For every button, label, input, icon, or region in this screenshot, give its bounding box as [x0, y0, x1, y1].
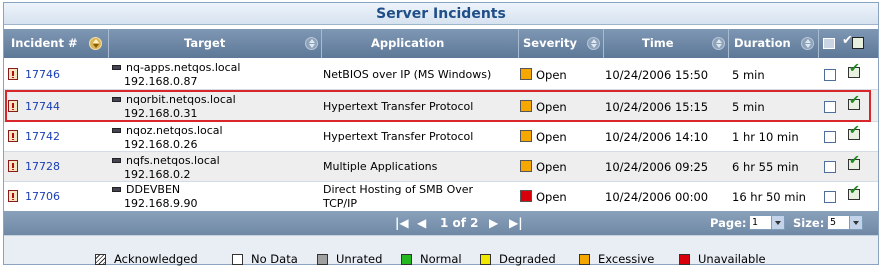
- server-device-icon: [112, 65, 121, 70]
- target-name[interactable]: nqfs.netqos.local: [126, 154, 220, 167]
- incident-time: 10/24/2006 14:10: [605, 130, 709, 144]
- acknowledge-icon[interactable]: ✔: [847, 184, 861, 201]
- column-header-application[interactable]: Application: [322, 29, 519, 58]
- acknowledge-icon[interactable]: ✔: [847, 154, 861, 171]
- incident-time: 10/24/2006 15:50: [605, 68, 709, 82]
- target-ip: 192.168.9.90: [124, 197, 198, 210]
- table-row[interactable]: 17728 nqfs.netqos.local 192.168.0.2 Mult…: [4, 152, 878, 182]
- sort-desc-icon[interactable]: [89, 37, 102, 50]
- application-name: Hypertext Transfer Protocol: [323, 130, 474, 143]
- table-row[interactable]: 17706 DDEVBEN 192.168.9.90 Direct Hostin…: [4, 182, 878, 211]
- page-select[interactable]: 1: [749, 215, 785, 230]
- target-ip: 192.168.0.2: [124, 168, 191, 181]
- size-select-value: 5: [830, 217, 837, 228]
- target-name[interactable]: DDEVBEN: [126, 183, 180, 196]
- select-all-icon[interactable]: [823, 38, 835, 49]
- target-name[interactable]: nq-apps.netqos.local: [126, 61, 240, 74]
- column-header-incident[interactable]: Incident #: [4, 29, 109, 58]
- severity-status: Open: [536, 130, 567, 144]
- incident-link[interactable]: 17746: [25, 68, 60, 81]
- severity-status: Open: [536, 190, 567, 204]
- server-device-icon: [112, 158, 121, 163]
- normal-swatch: [401, 254, 412, 265]
- last-page-icon[interactable]: ▶|: [509, 215, 523, 231]
- incident-report-icon[interactable]: [8, 130, 18, 142]
- chevron-down-icon[interactable]: [849, 216, 862, 229]
- incident-duration: 5 min: [732, 68, 765, 82]
- incident-duration: 1 hr 10 min: [732, 130, 799, 144]
- acknowledge-all-badge-icon[interactable]: [852, 37, 864, 49]
- previous-page-icon[interactable]: ◀: [417, 215, 426, 231]
- pagination-bar: |◀ ◀ 1 of 2 ▶ ▶| Page: 1 Size: 5: [4, 211, 878, 235]
- target-name[interactable]: nqoz.netqos.local: [126, 124, 223, 137]
- severity-swatch: [520, 68, 532, 80]
- column-header-actions: ✔: [819, 29, 878, 58]
- selected-row-highlight: [5, 90, 871, 122]
- column-label: Target: [184, 36, 226, 50]
- sort-icon[interactable]: [801, 37, 814, 50]
- no-data-swatch: [232, 254, 243, 265]
- first-page-icon[interactable]: |◀: [395, 215, 409, 231]
- column-label: Incident #: [11, 36, 78, 50]
- server-incidents-panel: Server Incidents Incident # Target Appli…: [3, 2, 879, 266]
- application-name: Multiple Applications: [323, 160, 438, 173]
- unavailable-swatch: [679, 254, 690, 265]
- table-row[interactable]: 17746 nq-apps.netqos.local 192.168.0.87 …: [4, 59, 878, 90]
- server-device-icon: [112, 128, 121, 133]
- acknowledge-icon[interactable]: ✔: [847, 124, 861, 141]
- panel-title: Server Incidents: [376, 6, 506, 22]
- sort-icon[interactable]: [712, 37, 725, 50]
- incident-link[interactable]: 17728: [25, 160, 60, 173]
- application-name: Direct Hosting of SMB Over TCP/IP: [323, 183, 474, 210]
- table-row[interactable]: 17742 nqoz.netqos.local 192.168.0.26 Hyp…: [4, 122, 878, 152]
- row-select-checkbox[interactable]: [824, 191, 836, 203]
- sort-icon[interactable]: [305, 37, 318, 50]
- column-label: Application: [371, 36, 445, 50]
- column-label: Time: [642, 36, 674, 50]
- target-ip: 192.168.0.87: [124, 75, 198, 88]
- row-select-checkbox[interactable]: [824, 131, 836, 143]
- incident-link[interactable]: 17706: [25, 190, 60, 203]
- severity-legend: Acknowledged No Data Unrated Normal Degr…: [4, 235, 878, 266]
- severity-status: Open: [536, 160, 567, 174]
- incident-link[interactable]: 17742: [25, 130, 60, 143]
- column-header-target[interactable]: Target: [109, 29, 322, 58]
- acknowledge-icon[interactable]: ✔: [847, 62, 861, 79]
- degraded-swatch: [480, 254, 491, 265]
- column-label: Duration: [734, 36, 791, 50]
- severity-swatch: [520, 130, 532, 142]
- column-header-severity[interactable]: Severity: [519, 29, 604, 58]
- row-select-checkbox[interactable]: [824, 161, 836, 173]
- panel-title-bar: Server Incidents: [4, 3, 878, 25]
- chevron-down-icon[interactable]: [771, 216, 784, 229]
- column-header-time[interactable]: Time: [604, 29, 729, 58]
- next-page-icon[interactable]: ▶: [489, 215, 498, 231]
- sort-icon[interactable]: [587, 37, 600, 50]
- severity-swatch: [520, 190, 532, 202]
- page-label: Page:: [710, 216, 747, 230]
- severity-swatch: [520, 160, 532, 172]
- incident-report-icon[interactable]: [8, 190, 18, 202]
- incident-duration: 6 hr 55 min: [732, 160, 799, 174]
- incident-report-icon[interactable]: [8, 160, 18, 172]
- acknowledged-hatch-icon: [95, 254, 106, 265]
- column-header-duration[interactable]: Duration: [729, 29, 819, 58]
- server-device-icon: [112, 187, 121, 192]
- excessive-swatch: [579, 254, 590, 265]
- incident-report-icon[interactable]: [8, 68, 18, 80]
- incident-time: 10/24/2006 00:00: [605, 190, 709, 204]
- target-ip: 192.168.0.26: [124, 138, 198, 151]
- row-select-checkbox[interactable]: [824, 69, 836, 81]
- application-name: NetBIOS over IP (MS Windows): [323, 68, 492, 81]
- column-label: Severity: [523, 36, 577, 50]
- incident-time: 10/24/2006 09:25: [605, 160, 709, 174]
- unrated-swatch: [317, 254, 328, 265]
- page-select-value: 1: [752, 217, 759, 228]
- table-header: Incident # Target Application Severity T…: [4, 29, 878, 58]
- severity-status: Open: [536, 68, 567, 82]
- incident-duration: 16 hr 50 min: [732, 190, 806, 204]
- size-select[interactable]: 5: [827, 215, 863, 230]
- page-status: 1 of 2: [440, 216, 479, 230]
- size-label: Size:: [793, 216, 825, 230]
